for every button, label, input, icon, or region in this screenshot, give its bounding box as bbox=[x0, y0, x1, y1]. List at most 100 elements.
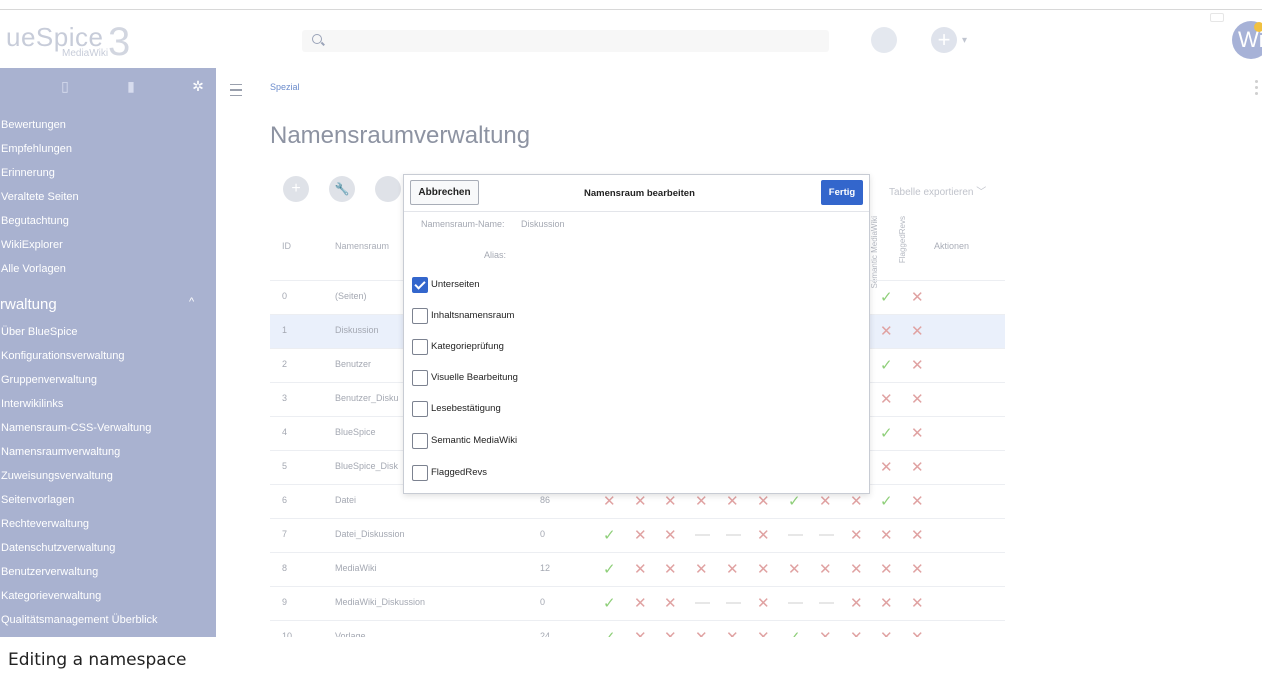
cross-icon: ✕ bbox=[757, 595, 770, 612]
cross-icon: ✕ bbox=[819, 561, 832, 578]
cross-icon: ✕ bbox=[664, 561, 677, 578]
alias-label: Alias: bbox=[484, 250, 507, 260]
table-row[interactable]: 8 MediaWiki 12 ✓ ✕ ✕ ✕ ✕ ✕ ✕ ✕ ✕ ✕ ✕ bbox=[270, 552, 1005, 587]
column-header-semantic-mediawiki[interactable]: Semantic MediaWiki bbox=[870, 216, 879, 288]
cell-namespace: (Seiten) bbox=[335, 291, 367, 301]
add-namespace-button[interactable]: + bbox=[283, 176, 309, 202]
sidebar-item[interactable]: Namensraum-CSS-Verwaltung bbox=[0, 421, 216, 445]
cell-namespace: MediaWiki bbox=[335, 563, 377, 573]
cell-id: 3 bbox=[282, 393, 288, 403]
dash-icon: — bbox=[726, 594, 741, 611]
cross-icon: ✕ bbox=[850, 493, 863, 510]
cross-icon: ✕ bbox=[664, 527, 677, 544]
delete-namespace-button[interactable] bbox=[375, 176, 401, 202]
dash-icon: — bbox=[695, 526, 710, 543]
sidebar-item[interactable]: Begutachtung bbox=[0, 214, 216, 238]
checkbox-label[interactable]: Lesebestätigung bbox=[431, 403, 501, 414]
sidebar-item[interactable]: Namensraumverwaltung bbox=[0, 445, 216, 469]
dash-icon: — bbox=[726, 526, 741, 543]
table-row[interactable]: 9 MediaWiki_Diskussion 0 ✓ ✕ ✕ — — ✕ — — ✕ ✕ ✕ bbox=[270, 586, 1005, 621]
sidebar-item[interactable]: Benutzerverwaltung bbox=[0, 565, 216, 589]
edit-page-button[interactable] bbox=[871, 27, 897, 53]
sidebar-item[interactable]: Konfigurationsverwaltung bbox=[0, 349, 216, 373]
dash-icon: — bbox=[788, 594, 803, 611]
menu-icon[interactable] bbox=[230, 84, 242, 96]
sidebar-item[interactable]: Bewertungen bbox=[0, 118, 216, 142]
cancel-button[interactable]: Abbrechen bbox=[410, 180, 479, 205]
content-namespace-checkbox[interactable] bbox=[412, 308, 428, 324]
cell-page-count: 0 bbox=[540, 529, 546, 539]
add-button[interactable]: + bbox=[931, 27, 957, 53]
sidebar-item[interactable]: Empfehlungen bbox=[0, 142, 216, 166]
cross-icon: ✕ bbox=[819, 493, 832, 510]
cell-id: 2 bbox=[282, 359, 288, 369]
export-table-button[interactable]: Tabelle exportieren ﹀ bbox=[889, 183, 986, 198]
check-icon: ✓ bbox=[880, 289, 893, 306]
sidebar-item[interactable]: Datenschutzverwaltung bbox=[0, 541, 216, 565]
sidebar-item[interactable]: Gruppenverwaltung bbox=[0, 373, 216, 397]
chevron-up-icon[interactable]: ^ bbox=[189, 296, 194, 308]
cell-namespace: Datei bbox=[335, 495, 357, 505]
sidebar-item[interactable]: Rechteverwaltung bbox=[0, 517, 216, 541]
cross-icon: ✕ bbox=[911, 391, 924, 408]
clipboard-icon[interactable]: ▮ bbox=[121, 78, 141, 98]
visual-editing-checkbox[interactable] bbox=[412, 370, 428, 386]
read-confirmation-checkbox[interactable] bbox=[412, 401, 428, 417]
dash-icon: — bbox=[819, 526, 834, 543]
column-header-id[interactable]: ID bbox=[282, 241, 291, 251]
flaggedrevs-checkbox[interactable] bbox=[412, 465, 428, 481]
sidebar-item[interactable]: Interwikilinks bbox=[0, 397, 216, 421]
column-header-flaggedrevs[interactable]: FlaggedRevs bbox=[898, 216, 907, 263]
checkbox-label[interactable]: Inhaltsnamensraum bbox=[431, 310, 514, 321]
sidebar-item[interactable]: Erinnerung bbox=[0, 166, 216, 190]
cross-icon: ✕ bbox=[726, 493, 739, 510]
sidebar-item[interactable]: WikiExplorer bbox=[0, 238, 216, 262]
cross-icon: ✕ bbox=[695, 493, 708, 510]
checkbox-label[interactable]: Kategorieprüfung bbox=[431, 341, 504, 352]
search-input[interactable] bbox=[302, 30, 829, 52]
cross-icon: ✕ bbox=[911, 289, 924, 306]
check-icon: ✓ bbox=[603, 561, 616, 578]
gear-icon[interactable]: ✲ bbox=[188, 78, 208, 98]
cross-icon: ✕ bbox=[695, 561, 708, 578]
check-icon: ✓ bbox=[603, 527, 616, 544]
more-options-icon[interactable] bbox=[1255, 80, 1258, 96]
logo[interactable]: ueSpice 3 MediaWiki bbox=[0, 10, 216, 68]
checkbox-label[interactable]: Unterseiten bbox=[431, 279, 480, 290]
check-icon: ✓ bbox=[880, 357, 893, 374]
sidebar: ▯ ▮ ✲ Bewertungen Empfehlungen Erinnerun… bbox=[0, 68, 216, 637]
sidebar-item[interactable]: Kategorieverwaltung bbox=[0, 589, 216, 613]
dash-icon: — bbox=[695, 594, 710, 611]
sidebar-item[interactable]: Alle Vorlagen bbox=[0, 262, 216, 286]
category-check-checkbox[interactable] bbox=[412, 339, 428, 355]
namespace-name-value[interactable]: Diskussion bbox=[521, 219, 565, 229]
cell-id: 6 bbox=[282, 495, 288, 505]
cell-id: 4 bbox=[282, 427, 288, 437]
checkbox-label[interactable]: Semantic MediaWiki bbox=[431, 435, 517, 446]
check-icon: ✓ bbox=[880, 493, 893, 510]
pages-icon[interactable]: ▯ bbox=[55, 78, 75, 98]
cross-icon: ✕ bbox=[911, 493, 924, 510]
sidebar-section-admin[interactable]: rwaltung ^ bbox=[0, 296, 216, 320]
cross-icon: ✕ bbox=[880, 323, 893, 340]
sidebar-item[interactable]: Über BlueSpice bbox=[0, 325, 216, 349]
sidebar-item[interactable]: Zuweisungsverwaltung bbox=[0, 469, 216, 493]
sidebar-item[interactable]: Seitenvorlagen bbox=[0, 493, 216, 517]
breadcrumb[interactable]: Spezial bbox=[270, 82, 300, 92]
subpages-checkbox[interactable] bbox=[412, 277, 428, 293]
column-header-namespace[interactable]: Namensraum bbox=[335, 241, 389, 251]
cross-icon: ✕ bbox=[911, 595, 924, 612]
figure-caption: Editing a namespace bbox=[0, 637, 1262, 679]
table-row[interactable]: 7 Datei_Diskussion 0 ✓ ✕ ✕ — — ✕ — — ✕ ✕ ✕ bbox=[270, 518, 1005, 553]
semantic-mediawiki-checkbox[interactable] bbox=[412, 433, 428, 449]
done-button[interactable]: Fertig bbox=[821, 180, 863, 205]
sidebar-item[interactable]: Veraltete Seiten bbox=[0, 190, 216, 214]
sidebar-item[interactable]: Qualitätsmanagement Überblick bbox=[0, 613, 216, 637]
checkbox-label[interactable]: FlaggedRevs bbox=[431, 467, 487, 478]
checkbox-label[interactable]: Visuelle Bearbeitung bbox=[431, 372, 518, 383]
edit-namespace-button[interactable]: 🔧 bbox=[329, 176, 355, 202]
cross-icon: ✕ bbox=[634, 595, 647, 612]
notification-icon[interactable] bbox=[1210, 13, 1224, 22]
chevron-down-icon[interactable]: ▾ bbox=[962, 35, 967, 46]
app-window: ueSpice 3 MediaWiki + ▾ Wi ▯ ▮ ✲ Bewertu… bbox=[0, 0, 1262, 679]
